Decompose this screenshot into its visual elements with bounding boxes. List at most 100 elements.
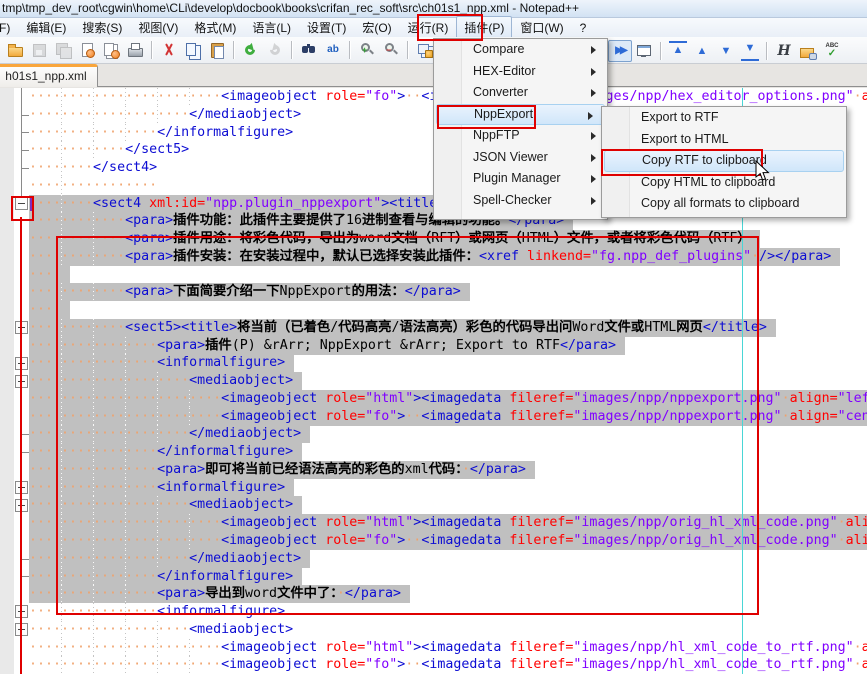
code-segment: <informalfigure> bbox=[157, 355, 285, 370]
menu-item-hex-editor[interactable]: HEX-Editor bbox=[434, 61, 607, 83]
code-segment: <imageobject bbox=[221, 391, 325, 406]
indent-guide bbox=[61, 425, 62, 443]
menu-item-copy-rtf-to-clipboard[interactable]: Copy RTF to clipboard bbox=[604, 150, 844, 172]
menu-item-export-to-rtf[interactable]: Export to RTF bbox=[602, 107, 846, 129]
editor-line[interactable]: ···· bbox=[29, 266, 70, 284]
goto-last-button[interactable]: ▼ bbox=[738, 40, 762, 62]
close-file-button[interactable] bbox=[75, 39, 99, 61]
check-mark: ✓ bbox=[823, 50, 841, 58]
editor-line[interactable]: ················<informalfigure> bbox=[29, 479, 294, 497]
spell-check-button[interactable]: ABC✓ bbox=[820, 40, 844, 62]
editor-line[interactable]: ············<para>下面简要介绍一下NppExport的用法：<… bbox=[29, 283, 470, 301]
menubar-item-插件-p[interactable]: 插件(P) bbox=[456, 16, 512, 39]
editor-line[interactable]: ····················<mediaobject> bbox=[29, 372, 302, 390]
editor-line[interactable]: ············<para>插件安装：在安装过程中，默认已选择安装此插件… bbox=[29, 248, 840, 266]
code-segment: ）或网页（ bbox=[455, 231, 521, 246]
goto-prev-button[interactable]: ▲ bbox=[690, 40, 714, 62]
copy-button[interactable] bbox=[181, 39, 205, 61]
menubar-item-宏-o[interactable]: 宏(O) bbox=[354, 16, 399, 39]
save-all-button[interactable] bbox=[51, 39, 75, 61]
fold-collapse-box[interactable] bbox=[15, 197, 28, 210]
code-segment: align= bbox=[862, 89, 867, 104]
editor-line[interactable]: ················<informalfigure> bbox=[29, 603, 285, 621]
cut-button[interactable] bbox=[157, 39, 181, 61]
menu-item-nppftp[interactable]: NppFTP bbox=[434, 125, 607, 147]
find-button[interactable] bbox=[297, 39, 321, 61]
goto-next-button[interactable]: ▼ bbox=[714, 40, 738, 62]
replace-button[interactable]: ab bbox=[321, 39, 345, 61]
editor-line[interactable]: ················<para>导出到word文件中了：·</par… bbox=[29, 585, 410, 603]
zoom-out-button[interactable]: − bbox=[379, 39, 403, 61]
menubar-item-运行-r[interactable]: 运行(R) bbox=[400, 16, 457, 39]
editor-line[interactable]: ················</informalfigure> bbox=[29, 124, 293, 142]
editor-line[interactable]: ············<sect5><title>将当前（已着色/代码高亮/语… bbox=[29, 319, 776, 337]
menubar-item-格式-m[interactable]: 格式(M) bbox=[186, 16, 244, 39]
code-segment: /></para> bbox=[759, 249, 831, 264]
menu-item-json-viewer[interactable]: JSON Viewer bbox=[434, 147, 607, 169]
line-content: ················<informalfigure> bbox=[29, 603, 285, 621]
submenu-arrow-icon bbox=[591, 68, 600, 76]
menubar-item-语言-l[interactable]: 语言(L) bbox=[244, 16, 299, 39]
editor-line[interactable]: ················<para>插件(P) &rArr; NppEx… bbox=[29, 337, 625, 355]
run-in-browser-button[interactable] bbox=[632, 40, 656, 62]
editor-line[interactable]: ···· bbox=[29, 301, 70, 319]
editor-line[interactable]: ················<para>即可将当前已经语法高亮的彩色的xml… bbox=[29, 461, 535, 479]
editor-line[interactable]: ················</informalfigure> bbox=[29, 443, 302, 461]
menu-item-copy-html-to-clipboard[interactable]: Copy HTML to clipboard bbox=[602, 172, 846, 194]
goto-first-button[interactable]: ▲ bbox=[666, 40, 690, 62]
menu-item-converter[interactable]: Converter bbox=[434, 82, 607, 104]
print-button[interactable] bbox=[123, 39, 147, 61]
tab-ch01s1-npp-xml[interactable]: h01s1_npp.xml bbox=[0, 64, 98, 87]
menu-item-nppexport[interactable]: NppExport bbox=[436, 104, 605, 126]
editor-line[interactable]: ················</informalfigure> bbox=[29, 568, 302, 586]
menu-item-plugin-manager[interactable]: Plugin Manager bbox=[434, 168, 607, 190]
menubar-item-搜索-s[interactable]: 搜索(S) bbox=[74, 16, 130, 39]
save-button[interactable] bbox=[27, 39, 51, 61]
code-segment: <sect4 bbox=[93, 196, 149, 211]
redo-button[interactable] bbox=[263, 39, 287, 61]
editor-line[interactable]: ············</sect5> bbox=[29, 141, 189, 159]
header-style-button[interactable]: H bbox=[772, 40, 796, 62]
menubar-item-f[interactable]: F) bbox=[0, 18, 18, 38]
code-segment: 16 bbox=[346, 213, 362, 228]
indent-guide bbox=[61, 248, 62, 266]
menu-item-copy-all-formats-to-clipboard[interactable]: Copy all formats to clipboard bbox=[602, 193, 846, 215]
macro-playback-button[interactable]: ▶▶ bbox=[608, 40, 632, 62]
editor-line[interactable]: ············<para>插件用途：将彩色代码，导出为word文档（R… bbox=[29, 230, 760, 248]
editor-line[interactable]: ····················</mediaobject> bbox=[29, 550, 310, 568]
menubar-item-item[interactable]: ? bbox=[572, 18, 595, 38]
code-segment: 的用法： bbox=[352, 284, 405, 299]
line-content: ············<para>插件用途：将彩色代码，导出为word文档（R… bbox=[29, 230, 760, 248]
close-all-button[interactable] bbox=[99, 39, 123, 61]
menubar-item-视图-v[interactable]: 视图(V) bbox=[130, 16, 186, 39]
menu-item-compare[interactable]: Compare bbox=[434, 39, 607, 61]
menubar-item-编辑-e[interactable]: 编辑(E) bbox=[18, 16, 74, 39]
folder-as-workspace-button[interactable] bbox=[796, 40, 820, 62]
menubar-item-窗口-w[interactable]: 窗口(W) bbox=[512, 16, 571, 39]
editor-line[interactable]: ········</sect4> bbox=[29, 159, 157, 177]
code-segment: xml:id= bbox=[149, 196, 205, 211]
menu-item-export-to-html[interactable]: Export to HTML bbox=[602, 129, 846, 151]
menu-item-spell-checker[interactable]: Spell-Checker bbox=[434, 190, 607, 212]
indent-guide bbox=[93, 621, 94, 639]
editor-line[interactable]: ················<informalfigure> bbox=[29, 354, 294, 372]
editor-line[interactable]: ····················<mediaobject> bbox=[29, 621, 293, 639]
editor-line[interactable]: ················ bbox=[29, 177, 157, 195]
cut-icon bbox=[160, 41, 178, 59]
paste-button[interactable] bbox=[205, 39, 229, 61]
find-icon bbox=[300, 41, 318, 59]
indent-guide bbox=[157, 532, 158, 550]
menubar-item-设置-t[interactable]: 设置(T) bbox=[299, 16, 354, 39]
undo-button[interactable] bbox=[239, 39, 263, 61]
editor-line[interactable]: ····················</mediaobject> bbox=[29, 425, 310, 443]
zoom-in-button[interactable]: + bbox=[355, 39, 379, 61]
editor-line[interactable]: ····················</mediaobject> bbox=[29, 106, 301, 124]
line-content: ················<informalfigure> bbox=[29, 479, 294, 497]
editor-line[interactable]: ····················<mediaobject> bbox=[29, 496, 302, 514]
indent-guide bbox=[61, 550, 62, 568]
zoom-sign: + bbox=[362, 41, 367, 59]
nppexport-submenu: Export to RTFExport to HTMLCopy RTF to c… bbox=[601, 106, 847, 218]
submenu-arrow-icon bbox=[591, 175, 600, 183]
open-folder-button[interactable] bbox=[3, 39, 27, 61]
code-segment: ） bbox=[737, 231, 750, 246]
